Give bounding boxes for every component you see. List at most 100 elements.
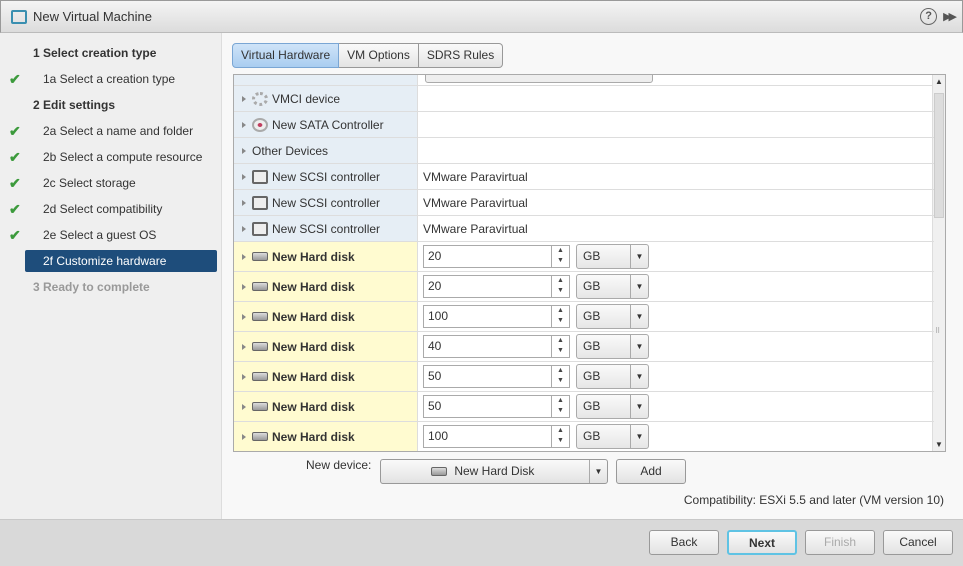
new-device-select[interactable]: New Hard Disk ▼ (380, 459, 608, 484)
wizard-step[interactable]: ✔ 2a Select a name and folder (0, 120, 222, 142)
size-stepper[interactable]: ▲ ▼ (551, 366, 569, 387)
disk-unit-value: GB (583, 399, 601, 413)
chevron-down-icon: ▼ (630, 305, 648, 328)
hard-disk-name-cell: New Hard disk (234, 272, 418, 301)
wizard-step[interactable]: 2f Customize hardware (25, 250, 217, 272)
disk-unit-select[interactable]: GB ▼ (576, 334, 649, 359)
disk-size-input[interactable]: 40 ▲ ▼ (423, 335, 570, 358)
device-name-cell: New SCSI controller (234, 164, 418, 189)
wizard-step[interactable]: ✔ 1a Select a creation type (0, 68, 222, 90)
tab-sdrs-rules[interactable]: SDRS Rules (418, 43, 504, 68)
grip-icon: ⠿ (935, 328, 941, 335)
wizard-step: 3 Ready to complete (0, 276, 222, 298)
device-value (418, 138, 934, 163)
hard-disk-icon (252, 372, 268, 381)
device-name-cell: New SATA Controller (234, 112, 418, 137)
hard-disk-row: New Hard disk 20 ▲ ▼ GB ▼ (234, 242, 934, 272)
step-label: 2b Select a compute resource (43, 150, 203, 164)
help-icon[interactable]: ? (920, 8, 938, 25)
back-button[interactable]: Back (649, 530, 719, 555)
hard-disk-size-cell: 20 ▲ ▼ GB ▼ (418, 272, 934, 301)
scsi-icon (252, 221, 268, 236)
wizard-step[interactable]: ✔ 2c Select storage (0, 172, 222, 194)
disk-size-input[interactable]: 100 ▲ ▼ (423, 425, 570, 448)
size-stepper[interactable]: ▲ ▼ (551, 396, 569, 417)
expand-arrow-icon[interactable] (242, 225, 246, 232)
disk-size-input[interactable]: 50 ▲ ▼ (423, 365, 570, 388)
hard-disk-name: New Hard disk (272, 249, 355, 264)
disk-unit-select[interactable]: GB ▼ (576, 424, 649, 449)
main-panel: Virtual Hardware VM Options SDRS Rules ▲… (222, 33, 963, 519)
device-value-text: VMware Paravirtual (423, 221, 528, 236)
disk-unit-select[interactable]: GB ▼ (576, 304, 649, 329)
expand-arrow-icon[interactable] (242, 199, 246, 206)
hard-disk-row: New Hard disk 100 ▲ ▼ GB ▼ (234, 302, 934, 332)
next-button[interactable]: Next (727, 530, 797, 555)
tab-virtual-hardware[interactable]: Virtual Hardware (232, 43, 340, 68)
wizard-steps: 1 Select creation type ✔ 1a Select a creat… (0, 33, 222, 519)
disk-size-input[interactable]: 20 ▲ ▼ (423, 275, 570, 298)
expand-arrow-icon[interactable] (242, 283, 246, 290)
wizard-step[interactable]: ✔ 2e Select a guest OS (0, 224, 222, 246)
device-value (418, 86, 934, 111)
disk-size-input[interactable]: 20 ▲ ▼ (423, 245, 570, 268)
size-stepper[interactable]: ▲ ▼ (551, 246, 569, 267)
expand-icon[interactable]: ▶▶ (943, 10, 957, 23)
disk-unit-select[interactable]: GB ▼ (576, 394, 649, 419)
disk-unit-select[interactable]: GB ▼ (576, 244, 649, 269)
hard-disk-name: New Hard disk (272, 339, 355, 354)
device-row: New SCSI controller VMware Paravirtual (234, 190, 934, 216)
device-name: Other Devices (252, 143, 329, 158)
size-stepper[interactable]: ▲ ▼ (551, 276, 569, 297)
expand-arrow-icon[interactable] (242, 147, 246, 154)
chevron-down-icon: ▼ (630, 335, 648, 358)
disk-size-input[interactable]: 100 ▲ ▼ (423, 305, 570, 328)
size-stepper[interactable]: ▲ ▼ (551, 306, 569, 327)
disk-size-input[interactable]: 50 ▲ ▼ (423, 395, 570, 418)
disk-unit-select[interactable]: GB ▼ (576, 364, 649, 389)
device-value (418, 112, 934, 137)
hard-disk-name-cell: New Hard disk (234, 242, 418, 271)
disk-unit-select[interactable]: GB ▼ (576, 274, 649, 299)
hard-disk-name-cell: New Hard disk (234, 422, 418, 451)
hard-disk-name-cell: New Hard disk (234, 302, 418, 331)
finish-button[interactable]: Finish (805, 530, 875, 555)
add-button[interactable]: Add (616, 459, 686, 484)
scroll-down-icon[interactable]: ▼ (935, 440, 943, 449)
expand-arrow-icon[interactable] (242, 121, 246, 128)
size-stepper[interactable]: ▲ ▼ (551, 426, 569, 447)
expand-arrow-icon[interactable] (242, 95, 246, 102)
expand-arrow-icon[interactable] (242, 253, 246, 260)
hard-disk-row: New Hard disk 40 ▲ ▼ GB ▼ (234, 332, 934, 362)
scrollbar-thumb[interactable] (934, 93, 944, 218)
check-icon: ✔ (9, 149, 21, 165)
wizard-step[interactable]: ✔ 2d Select compatibility (0, 198, 222, 220)
step-label: 1a Select a creation type (43, 72, 176, 86)
wizard-step[interactable]: ✔ 2b Select a compute resource (0, 146, 222, 168)
disk-size-value: 20 (428, 249, 442, 263)
device-name-cell: VMCI device (234, 86, 418, 111)
disk-size-value: 50 (428, 369, 442, 383)
scroll-up-icon[interactable]: ▲ (935, 77, 943, 86)
expand-arrow-icon[interactable] (242, 173, 246, 180)
step-label: 2f Customize hardware (43, 254, 167, 268)
new-vm-icon (11, 9, 27, 24)
size-stepper[interactable]: ▲ ▼ (551, 336, 569, 357)
disk-size-value: 50 (428, 399, 442, 413)
wizard-step: 2 Edit settings (0, 94, 222, 116)
device-row: New SCSI controller VMware Paravirtual (234, 164, 934, 190)
sata-icon (252, 117, 268, 132)
tab-vm-options[interactable]: VM Options (339, 43, 419, 68)
hard-disk-icon (252, 432, 268, 441)
expand-arrow-icon[interactable] (242, 373, 246, 380)
device-name-cell: New SCSI controller (234, 216, 418, 241)
expand-arrow-icon[interactable] (242, 313, 246, 320)
disk-unit-value: GB (583, 279, 601, 293)
hard-disk-icon (252, 402, 268, 411)
expand-arrow-icon[interactable] (242, 433, 246, 440)
device-name: New SCSI controller (272, 195, 381, 210)
expand-arrow-icon[interactable] (242, 343, 246, 350)
step-label: 1 Select creation type (33, 46, 157, 60)
cancel-button[interactable]: Cancel (883, 530, 953, 555)
expand-arrow-icon[interactable] (242, 403, 246, 410)
